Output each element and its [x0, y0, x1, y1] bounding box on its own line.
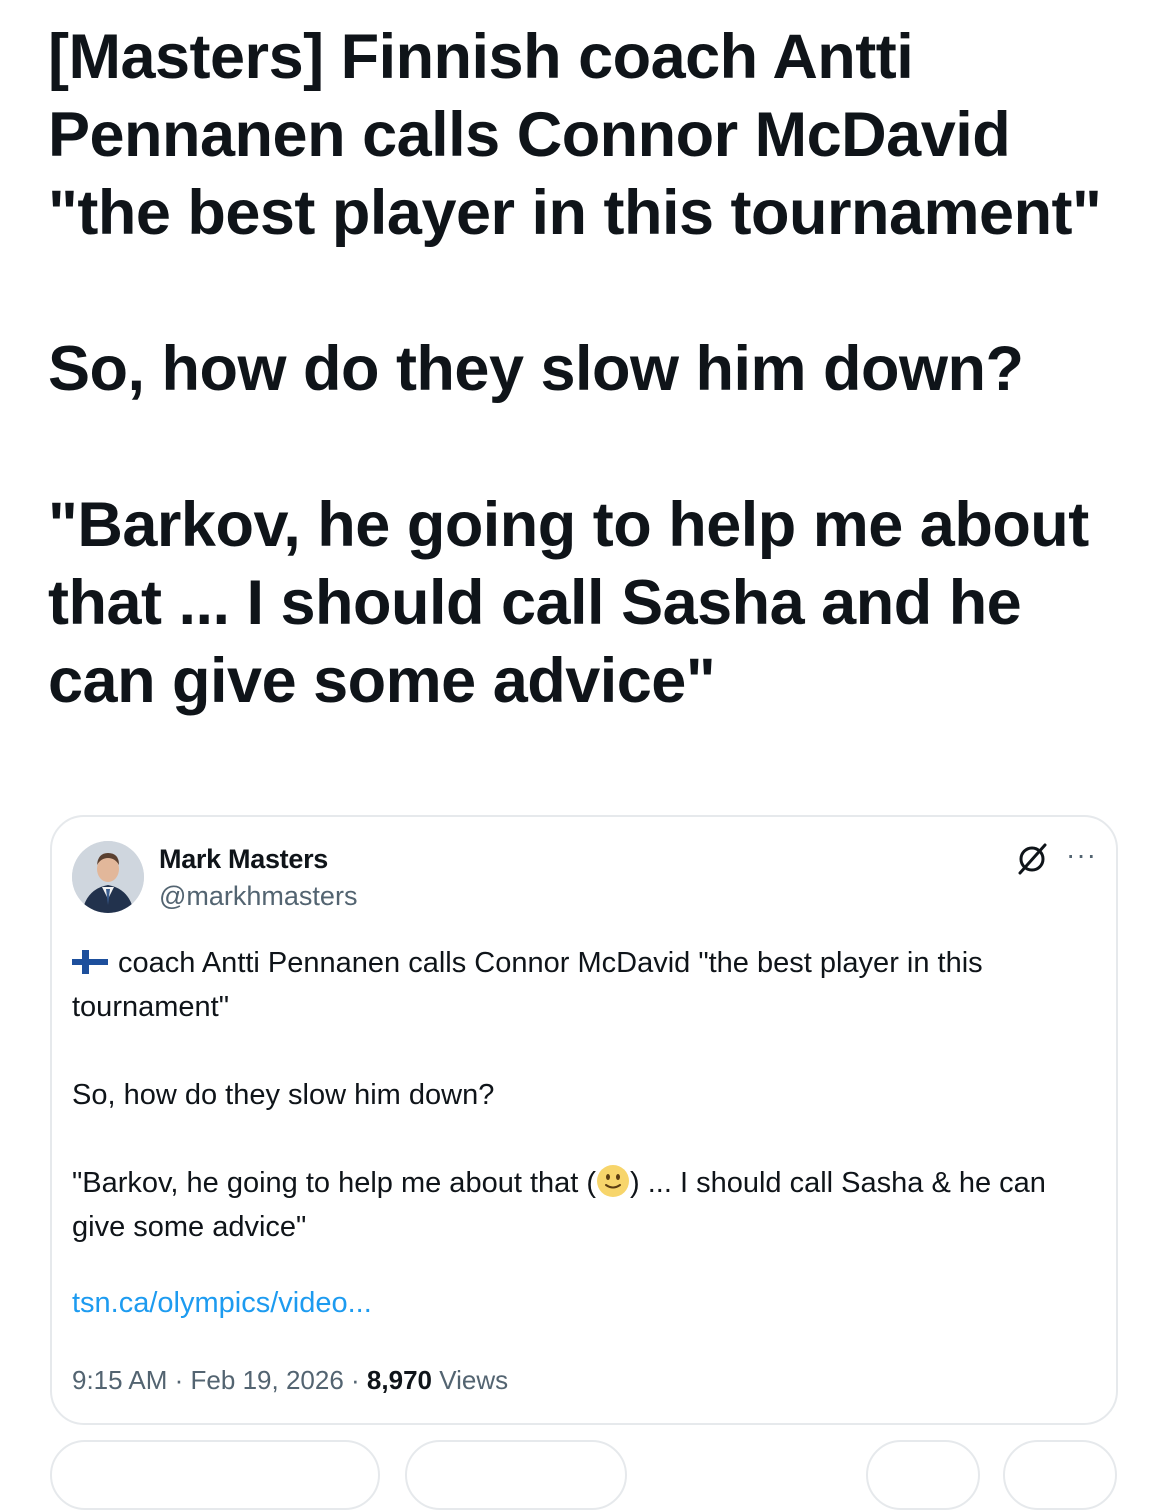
views-label: Views — [439, 1365, 509, 1395]
avatar[interactable] — [72, 841, 144, 913]
tweet-text-line-2: So, how do they slow him down? — [72, 1079, 495, 1111]
finland-flag-icon — [72, 950, 108, 974]
reply-action-pill[interactable] — [50, 1440, 380, 1510]
share-action-pill[interactable] — [1003, 1440, 1117, 1510]
tweet-text-line-3-start: "Barkov, he going to help me about that … — [72, 1167, 597, 1199]
tweet-time[interactable]: 9:15 AM — [72, 1365, 167, 1395]
meta-separator: · — [174, 1365, 184, 1395]
tweet-text-line-1: coach Antti Pennanen calls Connor McDavi… — [72, 947, 983, 1023]
tweet-text: coach Antti Pennanen calls Connor McDavi… — [72, 941, 1082, 1249]
tweet-meta: 9:15 AM · Feb 19, 2026 · 8,970 Views — [72, 1365, 508, 1396]
tweet-link[interactable]: tsn.ca/olympics/video... — [72, 1287, 372, 1320]
grok-icon[interactable] — [1014, 841, 1050, 877]
like-action-pill[interactable] — [866, 1440, 980, 1510]
headline-line-2: So, how do they slow him down? — [48, 334, 1024, 404]
embedded-tweet-card[interactable]: Mark Masters @markhmasters ··· coach Ant… — [50, 815, 1118, 1425]
meta-separator: · — [351, 1365, 360, 1395]
author-name[interactable]: Mark Masters — [159, 844, 328, 875]
headline-line-1: [Masters] Finnish coach Antti Pennanen c… — [48, 22, 1102, 248]
headline-line-3: "Barkov, he going to help me about that … — [48, 490, 1089, 716]
author-handle[interactable]: @markhmasters — [159, 881, 357, 912]
retweet-action-pill[interactable] — [405, 1440, 627, 1510]
more-options-icon[interactable]: ··· — [1066, 839, 1097, 871]
slightly-smiling-face-icon — [597, 1165, 630, 1197]
views-count: 8,970 — [366, 1365, 432, 1395]
post-headline: [Masters] Finnish coach Antti Pennanen c… — [48, 18, 1128, 720]
tweet-date[interactable]: Feb 19, 2026 — [191, 1365, 344, 1395]
